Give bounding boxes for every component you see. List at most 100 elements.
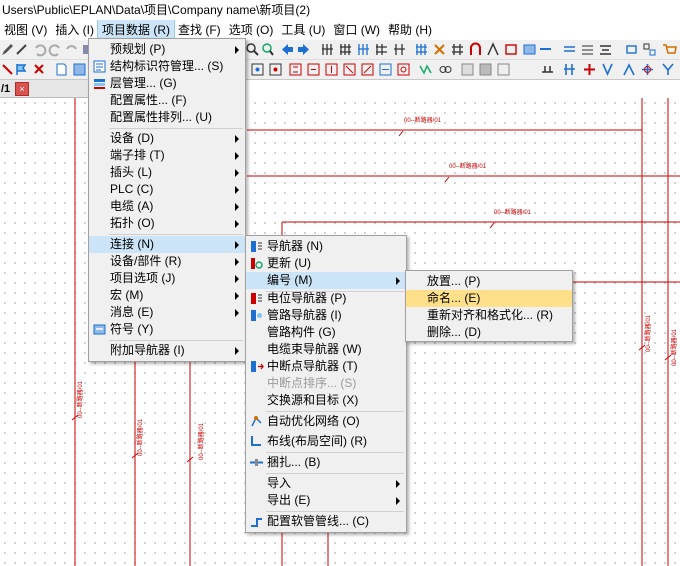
crossing-icon[interactable] [640, 62, 655, 77]
menu-item-devices-parts[interactable]: 设备/部件 (R) [89, 253, 245, 270]
menu-item-routing[interactable]: 布线(布局空间) (R) [246, 433, 406, 450]
jumper-icon[interactable] [438, 62, 453, 77]
close-icon[interactable]: × [15, 82, 29, 96]
text-icon[interactable] [486, 42, 501, 57]
menu-item-navigator[interactable]: 导航器 (N) [246, 238, 406, 255]
menu-find[interactable]: 查找 (F) [174, 20, 225, 40]
menu-item-sort-interruptions[interactable]: 中断点排序... (S) [246, 375, 406, 392]
connect-alt2-icon[interactable] [392, 42, 407, 57]
connection-point-icon[interactable] [622, 62, 637, 77]
menu-item-configure-properties[interactable]: 配置属性... (F) [89, 92, 245, 109]
menu-item-structure-id[interactable]: 结构标识符管理... (S) [89, 58, 245, 75]
menu-insert[interactable]: 插入 (I) [51, 20, 98, 40]
connect-blue-icon[interactable] [356, 42, 371, 57]
menu-item-plugs[interactable]: 插头 (L) [89, 164, 245, 181]
marker-icon[interactable] [0, 62, 15, 77]
angle-icon[interactable] [600, 62, 615, 77]
snap-icon[interactable] [432, 42, 447, 57]
connect-grid-icon[interactable] [338, 42, 353, 57]
menu-item-connections[interactable]: 连接 (N) [89, 236, 245, 253]
menu-window[interactable]: 窗口 (W) [329, 20, 384, 40]
branch-icon[interactable] [660, 62, 675, 77]
terminal-icon[interactable] [288, 62, 303, 77]
hatch-alt-icon[interactable] [478, 62, 493, 77]
terminal-alt-icon[interactable] [306, 62, 321, 77]
undo-icon[interactable] [32, 42, 47, 57]
menu-item-import[interactable]: 导入 [246, 475, 406, 492]
cable-icon[interactable] [360, 62, 375, 77]
lines-icon[interactable] [562, 42, 577, 57]
menu-item-cables[interactable]: 电缆 (A) [89, 198, 245, 215]
menu-item-topology[interactable]: 拓扑 (O) [89, 215, 245, 232]
arc-icon[interactable] [468, 42, 483, 57]
mesh-icon[interactable] [580, 42, 595, 57]
document-icon[interactable] [54, 62, 69, 77]
connect-alt-icon[interactable] [374, 42, 389, 57]
cable-alt-icon[interactable] [378, 62, 393, 77]
menu-item-pipe-components[interactable]: 管路构件 (G) [246, 324, 406, 341]
page-tab[interactable]: /1 [0, 81, 14, 97]
pen-icon[interactable] [0, 42, 15, 57]
wire-icon[interactable] [418, 62, 433, 77]
cart-icon[interactable] [662, 42, 677, 57]
menu-item-preplanning[interactable]: 预规划 (P) [89, 41, 245, 58]
insert-box-icon[interactable] [268, 62, 283, 77]
menu-item-realign-format[interactable]: 重新对齐和格式化... (R) [406, 307, 572, 324]
menu-item-messages[interactable]: 消息 (E) [89, 304, 245, 321]
menu-item-layer-management[interactable]: 层管理... (G) [89, 75, 245, 92]
device-icon[interactable] [72, 62, 87, 77]
line-icon[interactable] [538, 42, 553, 57]
layout-icon[interactable] [642, 42, 657, 57]
bus-icon[interactable] [540, 62, 555, 77]
menu-item-swap-source-target[interactable]: 交换源和目标 (X) [246, 392, 406, 409]
menu-item-optimize-network[interactable]: 自动优化网络 (O) [246, 413, 406, 430]
placeholder-icon[interactable] [496, 62, 511, 77]
hatch-icon[interactable] [460, 62, 475, 77]
menu-item-interruption-navigator[interactable]: 中断点导航器 (T) [246, 358, 406, 375]
insert-frame-icon[interactable] [250, 62, 265, 77]
menu-help[interactable]: 帮助 (H) [384, 20, 436, 40]
menu-item-potential-navigator[interactable]: 电位导航器 (P) [246, 290, 406, 307]
menu-item-macros[interactable]: 宏 (M) [89, 287, 245, 304]
symbol-toolbar-icon[interactable] [504, 42, 519, 57]
zoom-icon[interactable] [245, 42, 260, 57]
plug-icon[interactable] [324, 62, 339, 77]
menu-item-numbering[interactable]: 编号 (M) [246, 272, 406, 289]
menu-item-project-options[interactable]: 项目选项 (J) [89, 270, 245, 287]
brush-icon[interactable] [14, 42, 29, 57]
shield-cable-icon[interactable] [396, 62, 411, 77]
menu-item-terminal-strips[interactable]: 端子排 (T) [89, 147, 245, 164]
grid-icon[interactable] [414, 42, 429, 57]
menu-item-pipe-navigator[interactable]: 管路导航器 (I) [246, 307, 406, 324]
connect-icon[interactable] [320, 42, 335, 57]
redo-list-icon[interactable] [64, 42, 79, 57]
menu-item-bundle[interactable]: 捆扎... (B) [246, 454, 406, 471]
menu-item-delete[interactable]: 删除... (D) [406, 324, 572, 341]
menu-view[interactable]: 视图 (V) [0, 20, 51, 40]
zoom-window-icon[interactable] [260, 42, 275, 57]
menu-item-place[interactable]: 放置... (P) [406, 273, 572, 290]
align-icon[interactable] [598, 42, 613, 57]
menu-options[interactable]: 选项 (O) [225, 20, 278, 40]
menu-item-label[interactable]: 命名... (E) [406, 290, 572, 307]
menu-item-update[interactable]: 更新 (U) [246, 255, 406, 272]
flag-icon[interactable] [14, 62, 29, 77]
arrow-left-icon[interactable] [280, 42, 295, 57]
menu-item-harness-navigator[interactable]: 电缆束导航器 (W) [246, 341, 406, 358]
menu-tools[interactable]: 工具 (U) [277, 20, 329, 40]
menu-item-devices[interactable]: 设备 (D) [89, 130, 245, 147]
cross-icon[interactable] [582, 62, 597, 77]
hash-icon[interactable] [450, 42, 465, 57]
delete-mark-icon[interactable] [32, 62, 47, 77]
menu-item-symbols[interactable]: 符号 (Y) [89, 321, 245, 338]
terminal-strip-icon[interactable] [562, 62, 577, 77]
menu-item-configure-hose[interactable]: 配置软管管线... (C) [246, 513, 406, 530]
redo-icon[interactable] [48, 42, 63, 57]
frame-icon[interactable] [624, 42, 639, 57]
plug-alt-icon[interactable] [342, 62, 357, 77]
window-icon[interactable] [522, 42, 537, 57]
menu-project-data[interactable]: 项目数据 (R) [97, 20, 176, 40]
menu-item-export[interactable]: 导出 (E) [246, 492, 406, 509]
arrow-right-icon[interactable] [296, 42, 311, 57]
menu-item-additional-navigators[interactable]: 附加导航器 (I) [89, 342, 245, 359]
